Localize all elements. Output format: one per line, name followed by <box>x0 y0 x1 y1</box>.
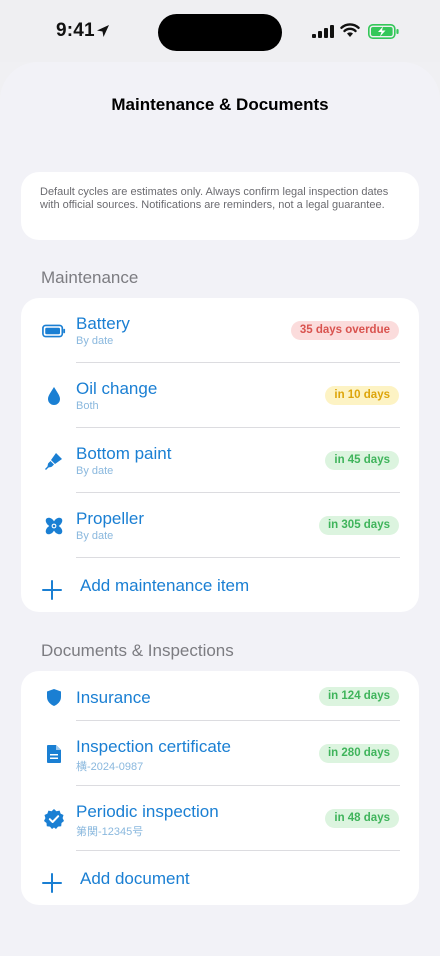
item-subtitle: By date <box>76 465 114 477</box>
status-bar: 9:41 <box>0 0 440 62</box>
add-maintenance-label: Add maintenance item <box>80 576 250 595</box>
battery-icon <box>42 319 66 343</box>
page-title: Maintenance & Documents <box>111 95 329 114</box>
documents-card: Insurance in 124 days Inspection certifi… <box>21 671 419 905</box>
item-title: Oil change <box>76 379 158 398</box>
add-document-label: Add document <box>80 869 190 888</box>
item-subtitle: By date <box>76 335 114 347</box>
maintenance-item-bottom-paint[interactable]: Bottom paint By date in 45 days <box>21 428 419 493</box>
status-badge: in 10 days <box>325 386 399 405</box>
item-title: Insurance <box>76 688 151 707</box>
item-title: Periodic inspection <box>76 802 219 821</box>
fan-icon <box>42 514 66 538</box>
drop-icon <box>42 384 66 408</box>
plus-icon <box>42 873 62 893</box>
item-subtitle: By date <box>76 530 114 542</box>
item-title: Propeller <box>76 509 145 528</box>
shield-icon <box>42 685 66 709</box>
item-title: Inspection certificate <box>76 737 231 756</box>
section-header-maintenance: Maintenance <box>41 268 139 287</box>
document-item-periodic-inspection[interactable]: Periodic inspection 第関-12345号 in 48 days <box>21 786 419 851</box>
item-subtitle: 横-2024-0987 <box>76 761 144 773</box>
dynamic-island <box>158 14 282 51</box>
paintbrush-icon <box>42 449 66 473</box>
sheet: Maintenance & Documents Default cycles a… <box>0 62 440 956</box>
item-title: Battery <box>76 314 130 333</box>
document-item-inspection-certificate[interactable]: Inspection certificate 横-2024-0987 in 28… <box>21 721 419 786</box>
status-badge: 35 days overdue <box>290 321 399 340</box>
document-item-insurance[interactable]: Insurance in 124 days <box>21 671 419 721</box>
document-icon <box>42 742 66 766</box>
location-arrow-icon <box>97 25 109 37</box>
status-badge: in 124 days <box>318 687 399 706</box>
item-subtitle: Both <box>76 400 99 412</box>
battery-charging-icon <box>368 24 399 39</box>
add-maintenance-item-button[interactable]: Add maintenance item <box>21 558 419 612</box>
plus-icon <box>42 580 62 600</box>
status-badge: in 48 days <box>325 809 399 828</box>
wifi-icon <box>340 23 360 37</box>
status-badge: in 280 days <box>318 744 399 763</box>
maintenance-item-battery[interactable]: Battery By date 35 days overdue <box>21 298 419 363</box>
item-title: Bottom paint <box>76 444 172 463</box>
maintenance-item-propeller[interactable]: Propeller By date in 305 days <box>21 493 419 558</box>
status-time: 9:41 <box>56 20 95 41</box>
status-badge: in 45 days <box>325 451 399 470</box>
add-document-button[interactable]: Add document <box>21 851 419 905</box>
cellular-signal-icon <box>312 25 334 38</box>
checkmark-seal-icon <box>42 807 66 831</box>
section-header-documents: Documents & Inspections <box>41 641 234 660</box>
disclaimer-notice: Default cycles are estimates only. Alway… <box>21 172 419 240</box>
maintenance-card: Battery By date 35 days overdue Oil chan… <box>21 298 419 612</box>
item-subtitle: 第関-12345号 <box>76 826 144 838</box>
status-badge: in 305 days <box>318 516 399 535</box>
maintenance-item-oil-change[interactable]: Oil change Both in 10 days <box>21 363 419 428</box>
